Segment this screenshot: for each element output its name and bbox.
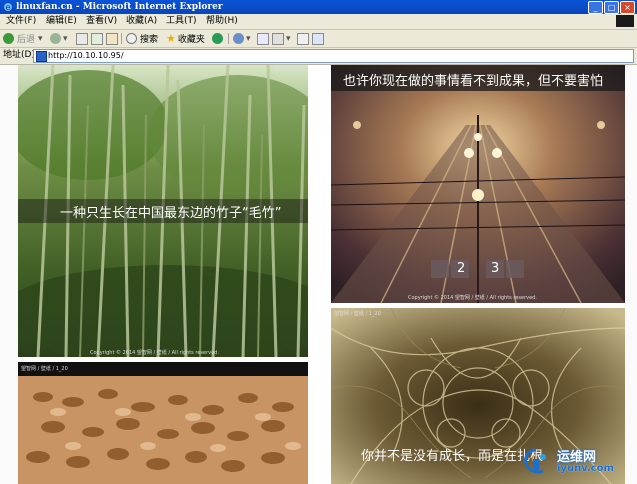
card-caption: 也许你现在做的事情看不到成果，但不要害怕 — [343, 74, 604, 89]
road-sign-label: 2 — [457, 261, 466, 276]
toolbar: 后退 ▾ ▾ 搜索 ★ 收藏夹 ▾ ▾ — [0, 30, 637, 48]
window-controls: _ □ × — [588, 1, 635, 14]
menu-favorites[interactable]: 收藏(A) — [126, 16, 157, 27]
edit-icon — [297, 32, 309, 45]
history-icon — [233, 33, 244, 44]
stop-icon — [76, 32, 88, 45]
chevron-down-icon: ▾ — [38, 33, 43, 44]
menu-view[interactable]: 查看(V) — [86, 16, 117, 27]
seeds-photo — [18, 362, 308, 484]
discuss-icon — [312, 32, 324, 45]
media-button[interactable] — [212, 32, 223, 45]
left-margin — [0, 65, 18, 484]
menu-bar: 文件(F) 编辑(E) 查看(V) 收藏(A) 工具(T) 帮助(H) — [0, 14, 637, 30]
print-icon — [272, 32, 284, 45]
address-input[interactable]: http://10.10.10.95/ — [33, 49, 634, 63]
refresh-button[interactable] — [91, 32, 103, 45]
mail-button[interactable] — [257, 32, 269, 45]
address-url: http://10.10.10.95/ — [48, 51, 124, 60]
road-photo — [331, 65, 625, 303]
stop-button[interactable] — [76, 32, 88, 45]
card-meta: 望智网 / 壁纸 / 1_20 — [21, 366, 68, 372]
edit-button[interactable] — [297, 32, 309, 45]
home-icon — [106, 32, 118, 45]
toolbar-separator — [121, 33, 122, 44]
site-watermark: 运维网 iyunv.com — [521, 445, 631, 479]
card-copyright: Copyright © 2014 望智网 / 壁纸 / All rights r… — [90, 350, 219, 356]
refresh-icon — [91, 32, 103, 45]
maximize-button[interactable]: □ — [604, 1, 619, 14]
menu-file[interactable]: 文件(F) — [6, 16, 36, 27]
watermark-url: iyunv.com — [557, 463, 614, 474]
discuss-button[interactable] — [312, 32, 324, 45]
page-icon — [36, 51, 47, 62]
windows-logo-icon — [616, 15, 634, 27]
road-sign-label: 3 — [491, 261, 500, 276]
chevron-down-icon: ▾ — [63, 33, 68, 44]
card-source: 图片来源网络 — [273, 67, 304, 73]
card-caption: 一种只生长在中国最东边的竹子“毛竹” — [60, 206, 282, 221]
forward-arrow-icon — [50, 33, 61, 44]
back-arrow-icon — [3, 33, 14, 44]
mail-icon — [257, 32, 269, 45]
card-caption: 你并不是没有成长，而是在扎根 — [361, 449, 544, 464]
minimize-button[interactable]: _ — [588, 1, 603, 14]
history-button[interactable]: ▾ — [233, 32, 251, 45]
card-meta: 望智网 / 壁纸 / 1_20 — [334, 311, 381, 317]
search-button[interactable]: 搜索 — [126, 32, 158, 45]
chevron-down-icon: ▾ — [246, 33, 251, 44]
image-card-bamboo[interactable]: 望智网 / 壁纸 / 1_20 图片来源网络 一种只生长在中国最东边的竹子“毛竹… — [18, 65, 308, 357]
star-icon: ★ — [166, 32, 176, 45]
page-content: 望智网 / 壁纸 / 1_20 图片来源网络 一种只生长在中国最东边的竹子“毛竹… — [0, 65, 637, 484]
menu-help[interactable]: 帮助(H) — [206, 16, 238, 27]
favorites-label: 收藏夹 — [177, 35, 205, 45]
back-label: 后退 — [17, 35, 36, 45]
address-label: 地址(D) — [3, 50, 35, 60]
card-copyright: Copyright © 2014 望智网 / 壁纸 / All rights r… — [408, 295, 537, 301]
forward-button[interactable]: ▾ — [50, 32, 68, 45]
ie-logo-icon: e — [4, 3, 12, 12]
close-button[interactable]: × — [620, 1, 635, 14]
menu-edit[interactable]: 编辑(E) — [46, 16, 77, 27]
watermark-logo-icon — [524, 448, 546, 474]
image-card-road[interactable]: 也许你现在做的事情看不到成果，但不要害怕 2 3 Copyright © 201… — [331, 65, 625, 303]
right-margin — [625, 65, 637, 484]
print-button[interactable]: ▾ — [272, 32, 291, 45]
svg-text:e: e — [6, 3, 11, 12]
favorites-button[interactable]: ★ 收藏夹 — [166, 32, 205, 45]
image-card-seeds[interactable]: 望智网 / 壁纸 / 1_20 — [18, 362, 308, 484]
card-meta: 望智网 / 壁纸 / 1_20 — [21, 67, 68, 73]
back-button[interactable]: 后退 ▾ — [3, 32, 43, 45]
search-label: 搜索 — [140, 35, 159, 45]
menu-tools[interactable]: 工具(T) — [166, 16, 197, 27]
home-button[interactable] — [106, 32, 118, 45]
media-icon — [212, 33, 223, 44]
window-title: linuxfan.cn - Microsoft Internet Explore… — [16, 2, 223, 12]
search-icon — [126, 33, 137, 44]
chevron-down-icon: ▾ — [286, 33, 291, 44]
window-title-bar: e linuxfan.cn - Microsoft Internet Explo… — [0, 0, 637, 14]
address-bar: 地址(D) http://10.10.10.95/ — [0, 48, 637, 65]
toolbar-separator — [228, 33, 229, 44]
